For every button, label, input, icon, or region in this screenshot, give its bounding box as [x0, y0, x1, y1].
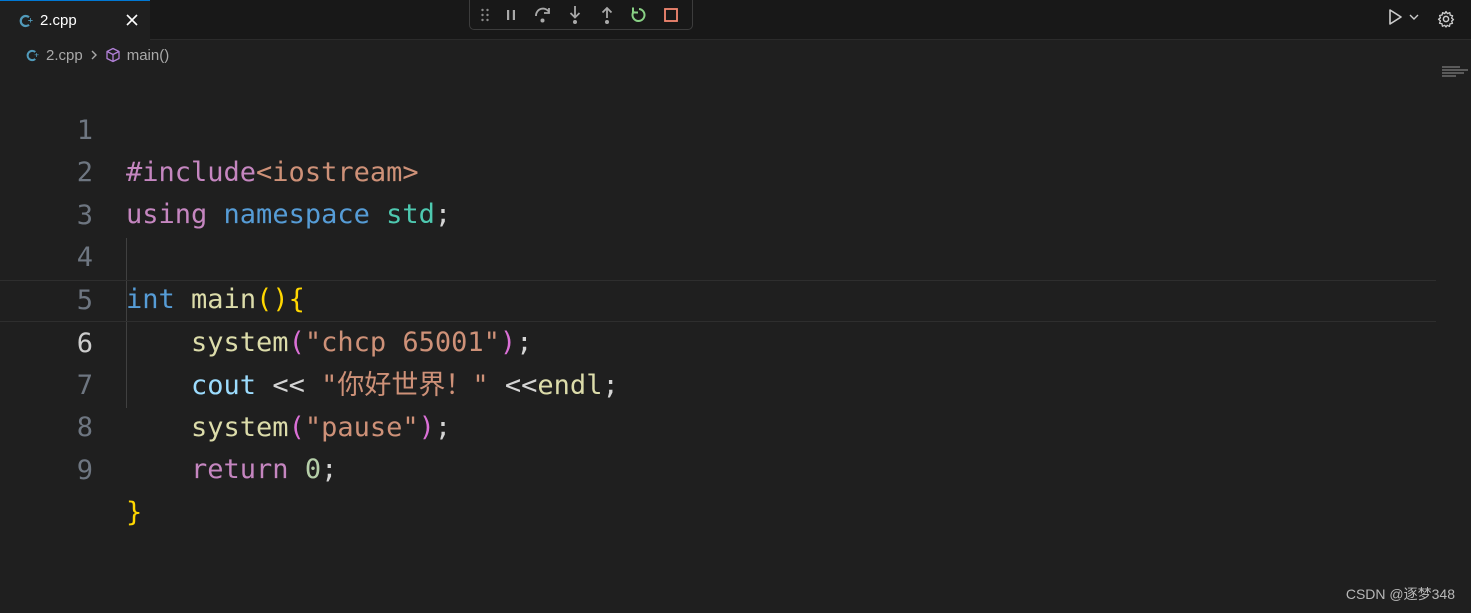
- watermark: CSDN @逐梦348: [1345, 586, 1455, 602]
- drag-grip-icon[interactable]: [478, 4, 492, 26]
- breadcrumb: + 2.cpp main(): [24, 44, 169, 66]
- line-number: 9: [76, 455, 93, 486]
- code-line-8[interactable]: 8 return 0;: [0, 365, 1436, 485]
- svg-text:+: +: [28, 16, 34, 24]
- breadcrumb-file-label: 2.cpp: [46, 46, 83, 64]
- code-line-2[interactable]: 2 using namespace std;: [0, 110, 1436, 230]
- breadcrumb-symbol[interactable]: main(): [105, 46, 170, 64]
- token: ;: [321, 454, 338, 485]
- step-over-icon[interactable]: [532, 4, 554, 26]
- code-line-9[interactable]: 9 }: [0, 408, 1436, 528]
- breadcrumb-symbol-label: main(): [126, 46, 170, 64]
- step-into-icon[interactable]: [564, 4, 586, 26]
- close-icon[interactable]: [124, 12, 140, 28]
- tab-label: 2.cpp: [40, 12, 77, 29]
- code-line-1[interactable]: 1 #include<iostream>: [0, 68, 1436, 188]
- token: 0: [304, 454, 322, 485]
- cube-method-icon: [105, 47, 121, 63]
- code-editor[interactable]: 1 #include<iostream> 2 using namespace s…: [0, 68, 1440, 568]
- stop-icon[interactable]: [660, 4, 682, 26]
- code-line-4[interactable]: 4 int main(){: [0, 195, 1436, 315]
- token: }: [126, 497, 143, 528]
- gear-icon[interactable]: [1435, 8, 1457, 30]
- svg-text:+: +: [33, 50, 38, 58]
- run-icon: [1386, 8, 1404, 31]
- restart-icon[interactable]: [628, 4, 650, 26]
- editor-window: + 2.cpp + 2.cpp main() 1 #include<iostre…: [0, 0, 1471, 613]
- minimap[interactable]: [1442, 66, 1470, 90]
- chevron-down-icon[interactable]: [1408, 10, 1420, 28]
- tab-bar: + 2.cpp: [0, 0, 1471, 40]
- cpp-file-icon: +: [18, 13, 34, 29]
- code-line-5[interactable]: 5 system("chcp 65001");: [0, 238, 1436, 358]
- debug-toolbar: [469, 0, 693, 30]
- token: return: [191, 454, 289, 485]
- run-button[interactable]: [1386, 8, 1424, 30]
- code-line-7[interactable]: 7 system("pause");: [0, 323, 1436, 443]
- chevron-right-icon: [89, 49, 99, 61]
- code-line-3[interactable]: 3: [0, 153, 1436, 231]
- pause-icon[interactable]: [500, 4, 522, 26]
- step-out-icon[interactable]: [596, 4, 618, 26]
- breadcrumb-file[interactable]: + 2.cpp: [24, 47, 83, 64]
- code-line-6[interactable]: 6 cout << "你好世界！" <<endl;: [0, 280, 1436, 401]
- cpp-file-icon: +: [24, 47, 40, 63]
- tab-2-cpp[interactable]: + 2.cpp: [0, 0, 150, 40]
